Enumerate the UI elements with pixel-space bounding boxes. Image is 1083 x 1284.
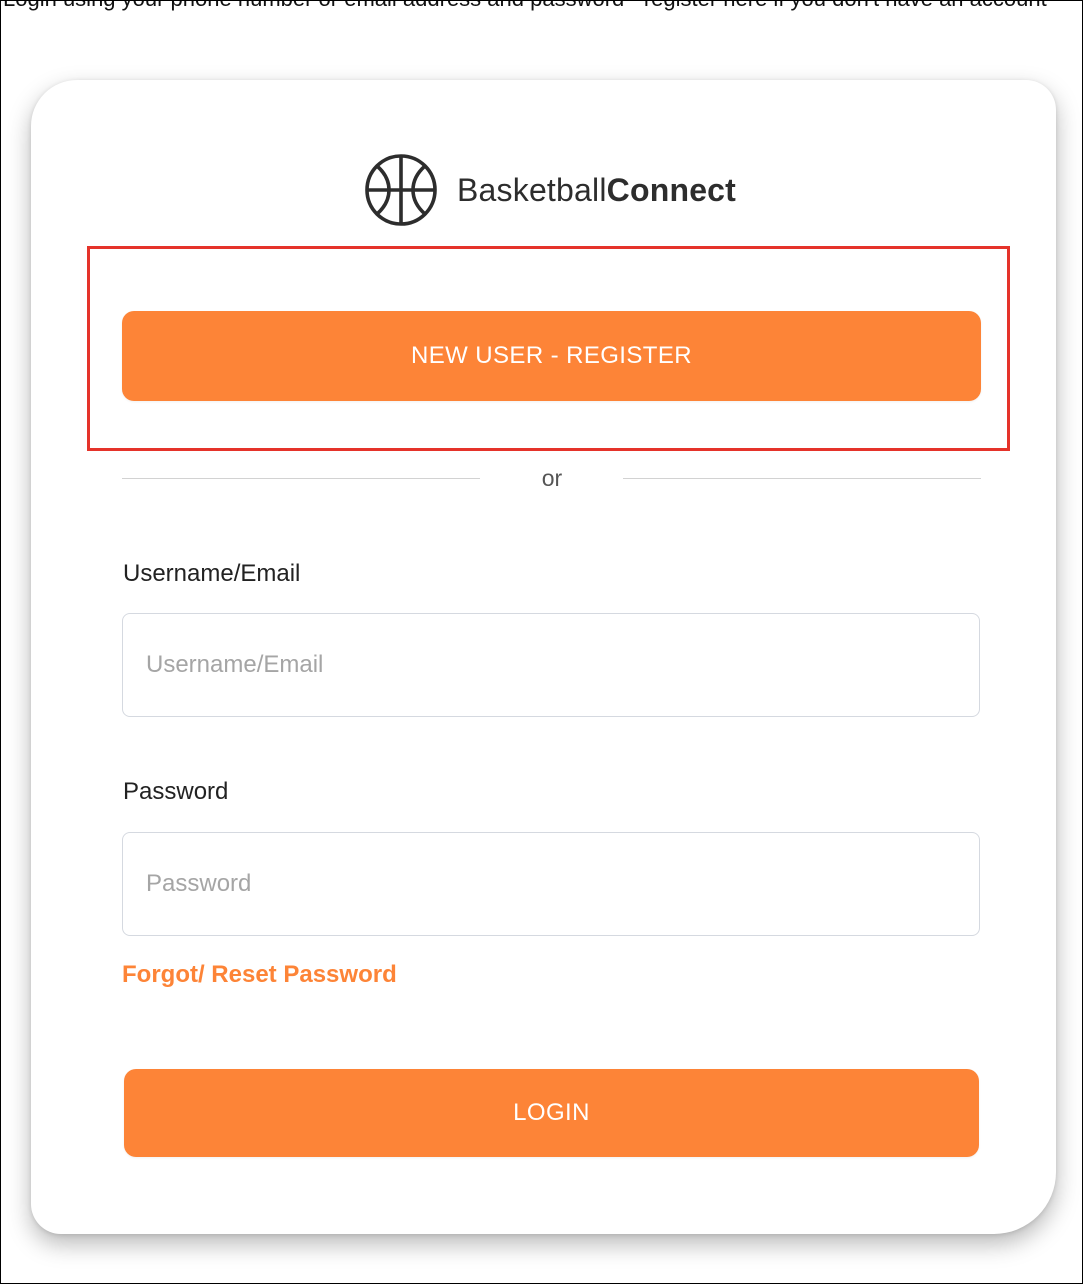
login-button[interactable]: LOGIN — [124, 1069, 979, 1157]
divider-line-right — [623, 478, 981, 479]
brand-name: BasketballConnect — [457, 174, 736, 206]
divider-text: or — [541, 465, 563, 491]
register-button[interactable]: NEW USER - REGISTER — [122, 311, 981, 401]
password-input[interactable] — [122, 832, 980, 936]
screenshot-frame: Login using your phone number or email a… — [0, 0, 1083, 1284]
username-input[interactable] — [122, 613, 980, 717]
brand-logo: BasketballConnect — [363, 152, 736, 228]
password-label: Password — [123, 778, 229, 805]
brand-name-bold: Connect — [606, 172, 737, 208]
basketball-icon — [365, 154, 437, 226]
forgot-password-link[interactable]: Forgot/ Reset Password — [122, 961, 397, 989]
divider-line-left — [122, 478, 480, 479]
instruction-text: Login using your phone number or email a… — [3, 1, 1047, 10]
brand-name-regular: Basketball — [457, 172, 607, 208]
username-label: Username/Email — [123, 560, 301, 587]
